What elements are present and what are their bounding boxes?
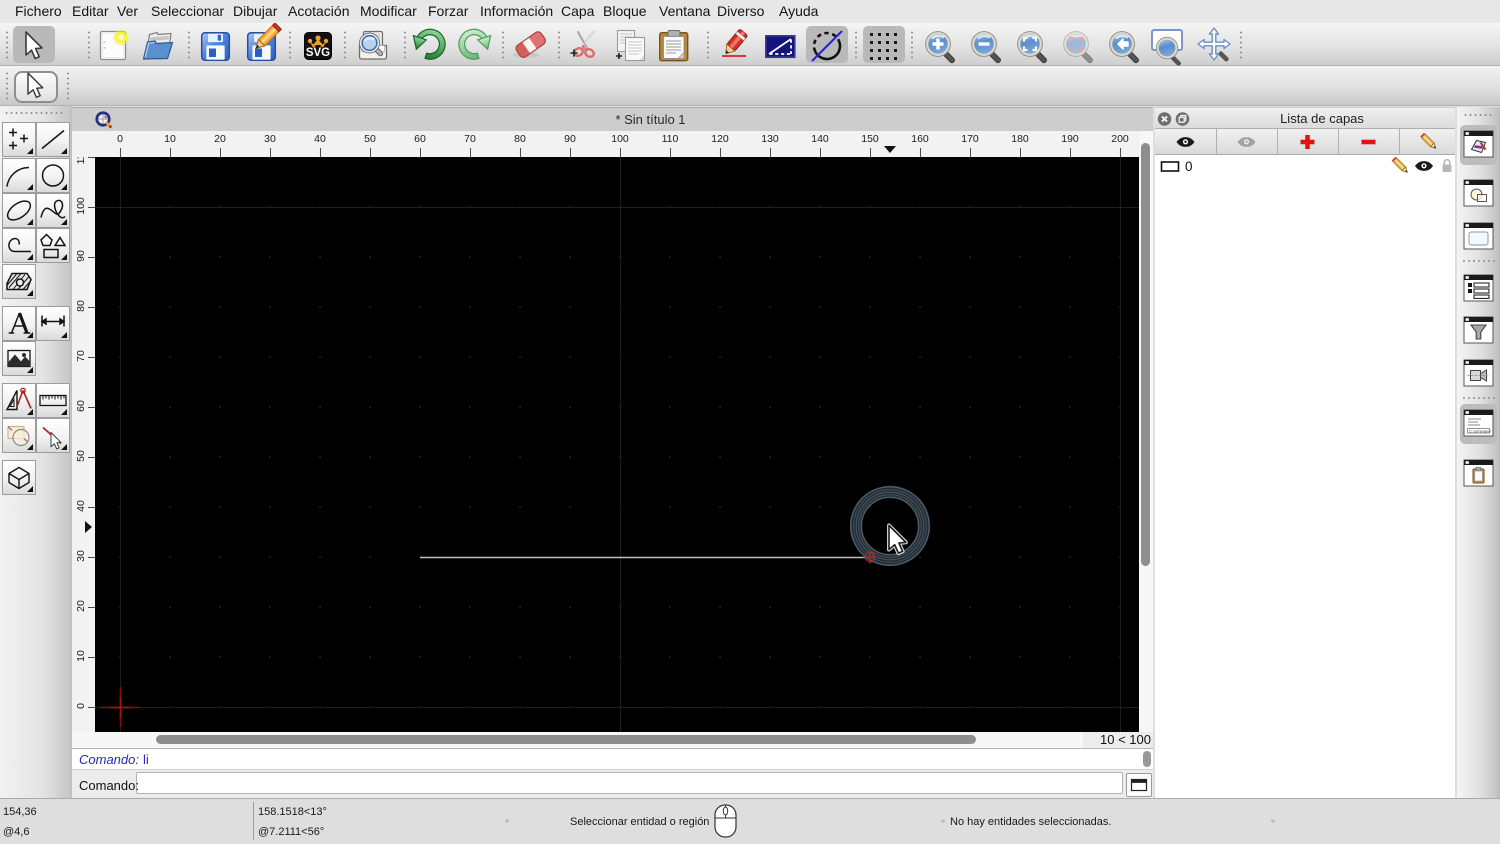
svg-text:C command: C command <box>1469 428 1491 433</box>
svg-text:SVG: SVG <box>306 47 330 59</box>
svg-text:0: 0 <box>1185 159 1193 174</box>
